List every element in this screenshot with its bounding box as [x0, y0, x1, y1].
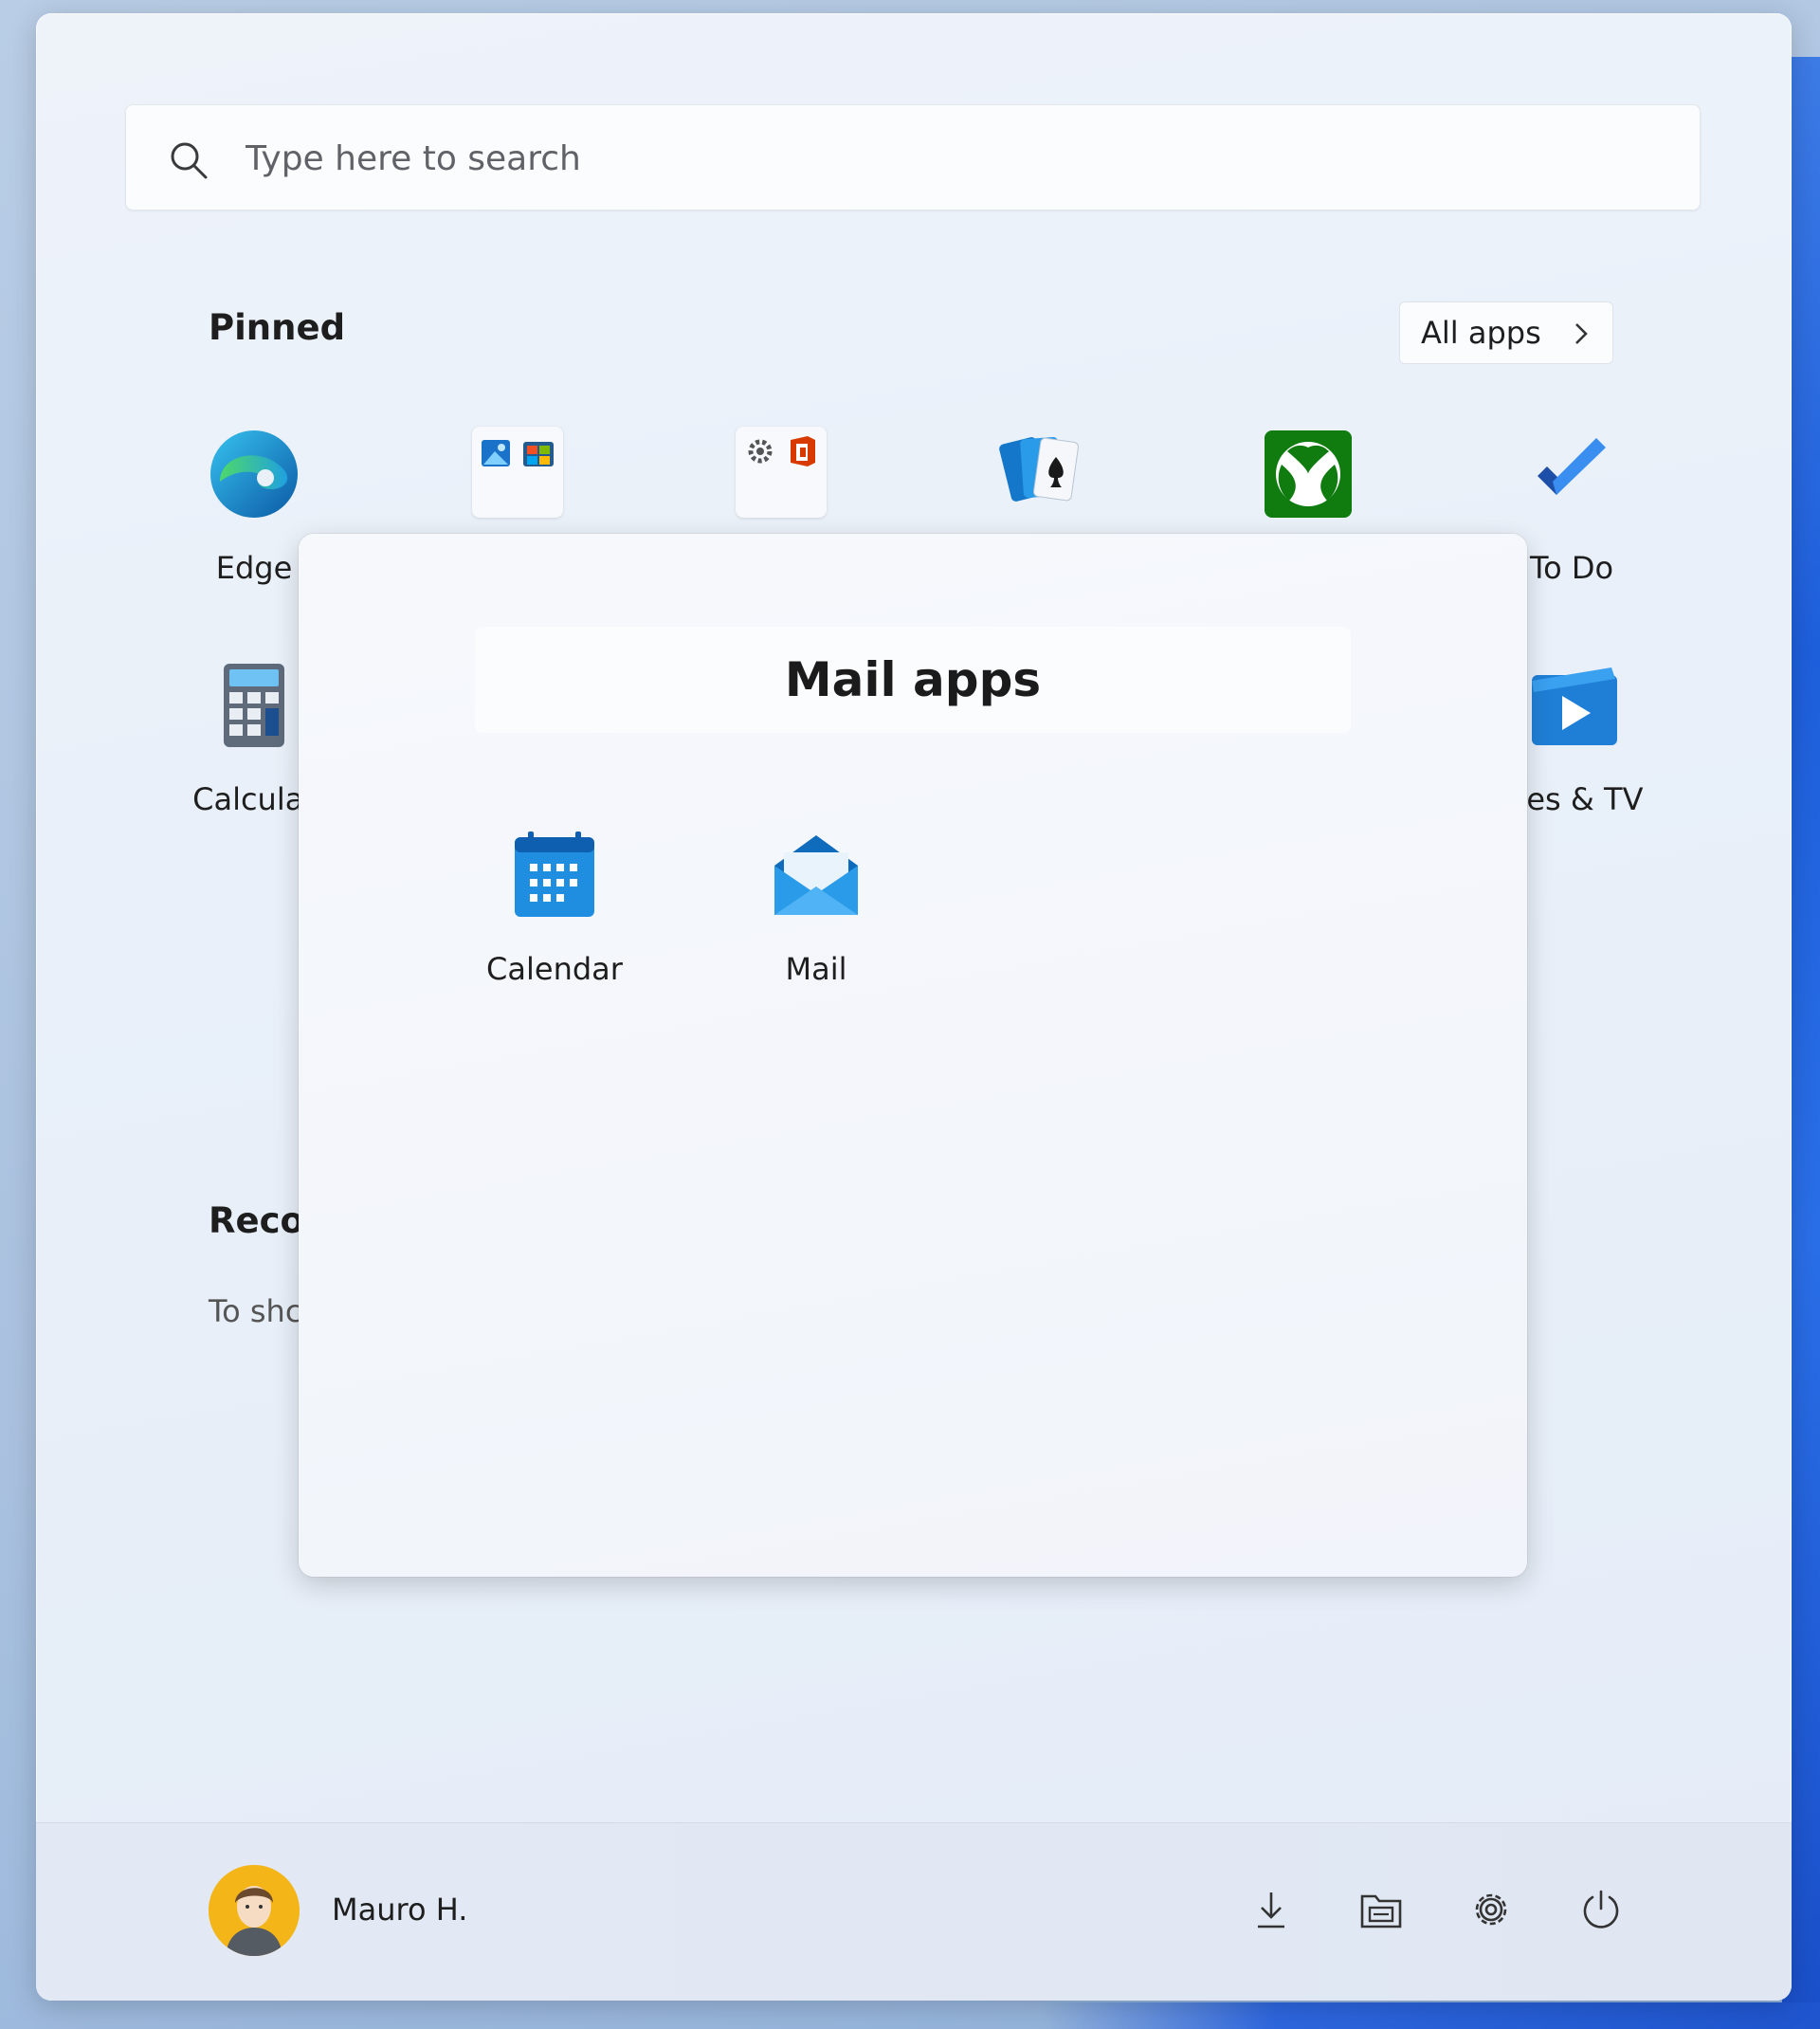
edge-icon [210, 430, 298, 518]
recommended-subtitle: To shc [209, 1293, 302, 1329]
folder-app-calendar[interactable]: Calendar [450, 828, 659, 998]
downloads-button[interactable] [1240, 1878, 1302, 1941]
settings-office-folder-icon [736, 427, 827, 518]
search-box[interactable] [125, 104, 1701, 210]
wallpaper-bottom [1043, 2002, 1820, 2029]
todo-icon [1538, 438, 1606, 495]
folder-title: Mail apps [784, 652, 1042, 707]
xbox-icon [1265, 430, 1352, 518]
app-label: Edge [215, 550, 293, 586]
photos-store-folder-icon [472, 427, 563, 518]
settings-icon [1475, 1893, 1507, 1926]
power-button[interactable] [1570, 1878, 1632, 1941]
folder-app-mail[interactable]: Mail [712, 828, 920, 998]
solitaire-icon [999, 437, 1079, 502]
calendar-icon [515, 832, 594, 917]
app-label: Calendar [486, 951, 623, 987]
movies-tv-icon [1532, 667, 1617, 745]
calculator-icon [224, 664, 284, 747]
user-name: Mauro H. [332, 1892, 468, 1928]
start-menu: Pinned All apps Edge [36, 13, 1792, 2001]
avatar-icon [209, 1865, 300, 1956]
pinned-title: Pinned [209, 307, 346, 348]
start-footer: Mauro H. [36, 1822, 1792, 2001]
all-apps-button[interactable]: All apps [1399, 302, 1613, 364]
search-input[interactable] [246, 130, 1648, 187]
folder-popup: Mail apps Calendar Mail [299, 534, 1527, 1577]
folder-name-field[interactable]: Mail apps [475, 627, 1351, 733]
mail-icon [774, 835, 858, 915]
file-explorer-button[interactable] [1350, 1878, 1412, 1941]
chevron-right-icon [1575, 323, 1588, 344]
settings-button[interactable] [1460, 1878, 1522, 1941]
all-apps-label: All apps [1421, 315, 1541, 351]
app-label: To Do [1529, 550, 1614, 586]
downloads-icon [1258, 1892, 1284, 1928]
app-label: Mail [785, 951, 847, 987]
file-explorer-icon [1360, 1894, 1402, 1928]
search-icon [171, 142, 208, 179]
app-label: Calculat [192, 781, 316, 817]
user-avatar[interactable] [209, 1865, 300, 1956]
power-icon [1583, 1890, 1619, 1928]
